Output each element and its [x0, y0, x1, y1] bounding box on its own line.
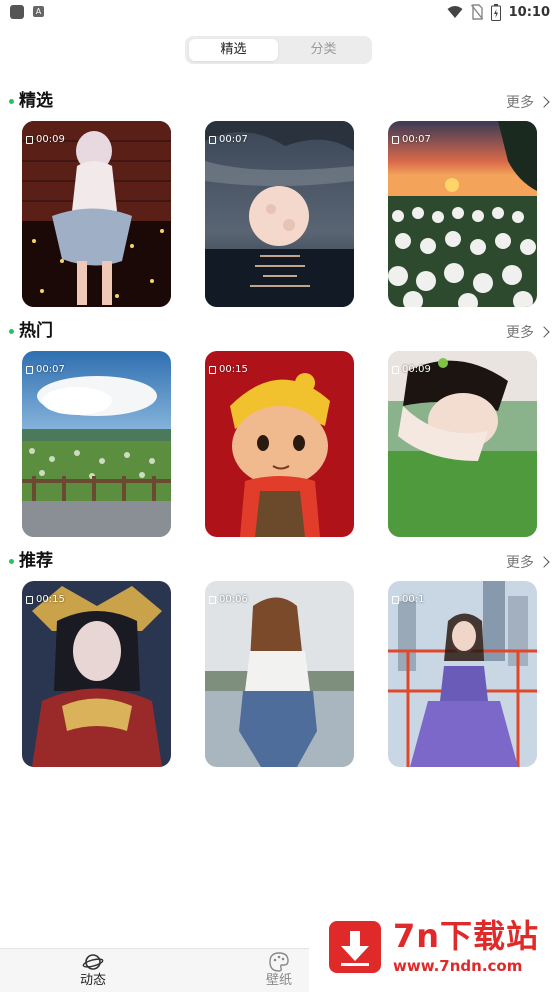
video-card[interactable]: 00:07: [22, 351, 171, 537]
duration-label: 00:07: [36, 364, 65, 375]
duration-label: 00:15: [219, 364, 248, 375]
chevron-right-icon: [538, 96, 550, 108]
section-header: 精选 更多: [0, 89, 558, 115]
video-icon: [209, 135, 216, 144]
duration-badge: 00:15: [209, 364, 248, 375]
section-title: 精选: [19, 91, 53, 111]
nav-item-wallpaper[interactable]: 壁纸: [239, 951, 319, 992]
section-dot: [9, 559, 14, 564]
watermark-brand: 7n下载站: [393, 917, 540, 955]
video-card[interactable]: 00:15: [22, 581, 171, 767]
wifi-icon: [447, 6, 463, 18]
video-icon: [209, 595, 216, 604]
more-label: 更多: [506, 95, 534, 111]
video-card[interactable]: 00:07: [205, 121, 354, 307]
nav-label: 动态: [79, 973, 106, 988]
status-icons: 10:10: [447, 2, 550, 22]
duration-label: 00:06: [219, 594, 248, 605]
watermark-logo: 7n下载站 www.7ndn.com: [309, 899, 558, 992]
duration-badge: 00:07: [209, 134, 248, 145]
palette-icon: [269, 952, 289, 972]
section-dot: [9, 99, 14, 104]
duration-badge: 00:09: [26, 134, 65, 145]
duration-badge: 00:07: [26, 364, 65, 375]
more-link[interactable]: 更多: [506, 322, 550, 342]
video-icon: [392, 365, 399, 374]
video-card[interactable]: 00:09: [22, 121, 171, 307]
status-time: 10:10: [508, 4, 550, 20]
video-thumbnail: [205, 351, 354, 537]
video-thumbnail: [388, 121, 537, 307]
category-segmented-control: 精选 分类: [185, 36, 372, 64]
duration-label: 00:1: [402, 594, 425, 605]
more-label: 更多: [506, 325, 534, 341]
nav-item-dynamic[interactable]: 动态: [53, 951, 133, 992]
section-header: 热门 更多: [0, 319, 558, 345]
video-card[interactable]: 00:09: [388, 351, 537, 537]
video-thumbnail: [205, 121, 354, 307]
video-thumbnail: [22, 351, 171, 537]
tab-category[interactable]: 分类: [279, 39, 368, 61]
chevron-right-icon: [538, 556, 550, 568]
nav-label: 壁纸: [265, 973, 292, 988]
watermark-url: www.7ndn.com: [393, 957, 523, 975]
duration-badge: 00:06: [209, 594, 248, 605]
duration-label: 00:07: [219, 134, 248, 145]
a-notification-icon: A: [33, 6, 44, 17]
tab-featured[interactable]: 精选: [189, 39, 278, 61]
duration-badge: 00:07: [392, 134, 431, 145]
status-bar: A 10:10: [0, 0, 558, 24]
video-icon: [26, 365, 33, 374]
video-card[interactable]: 00:07: [388, 121, 537, 307]
video-thumbnail: [205, 581, 354, 767]
duration-badge: 00:1: [392, 594, 424, 605]
duration-label: 00:15: [36, 594, 65, 605]
duration-label: 00:09: [402, 364, 431, 375]
video-icon: [209, 365, 216, 374]
section-dot: [9, 329, 14, 334]
download-arrow-icon: [329, 921, 381, 973]
more-link[interactable]: 更多: [506, 92, 550, 112]
video-icon: [26, 595, 33, 604]
duration-badge: 00:09: [392, 364, 431, 375]
video-card[interactable]: 00:1: [388, 581, 537, 767]
more-label: 更多: [506, 555, 534, 571]
video-icon: [392, 595, 399, 604]
more-link[interactable]: 更多: [506, 552, 550, 572]
video-thumbnail: [388, 581, 537, 767]
section-header: 推荐 更多: [0, 549, 558, 575]
chevron-right-icon: [538, 326, 550, 338]
no-sim-icon: [470, 4, 483, 20]
video-card[interactable]: 00:15: [205, 351, 354, 537]
video-card[interactable]: 00:06: [205, 581, 354, 767]
video-thumbnail: [22, 581, 171, 767]
video-icon: [392, 135, 399, 144]
section-title: 推荐: [19, 551, 53, 571]
duration-label: 00:07: [402, 134, 431, 145]
video-thumbnail: [22, 121, 171, 307]
video-icon: [26, 135, 33, 144]
video-thumbnail: [388, 351, 537, 537]
app-notification-icon: [10, 5, 24, 19]
duration-label: 00:09: [36, 134, 65, 145]
duration-badge: 00:15: [26, 594, 65, 605]
battery-icon: [490, 3, 501, 21]
planet-icon: [82, 954, 104, 970]
section-title: 热门: [19, 321, 53, 341]
